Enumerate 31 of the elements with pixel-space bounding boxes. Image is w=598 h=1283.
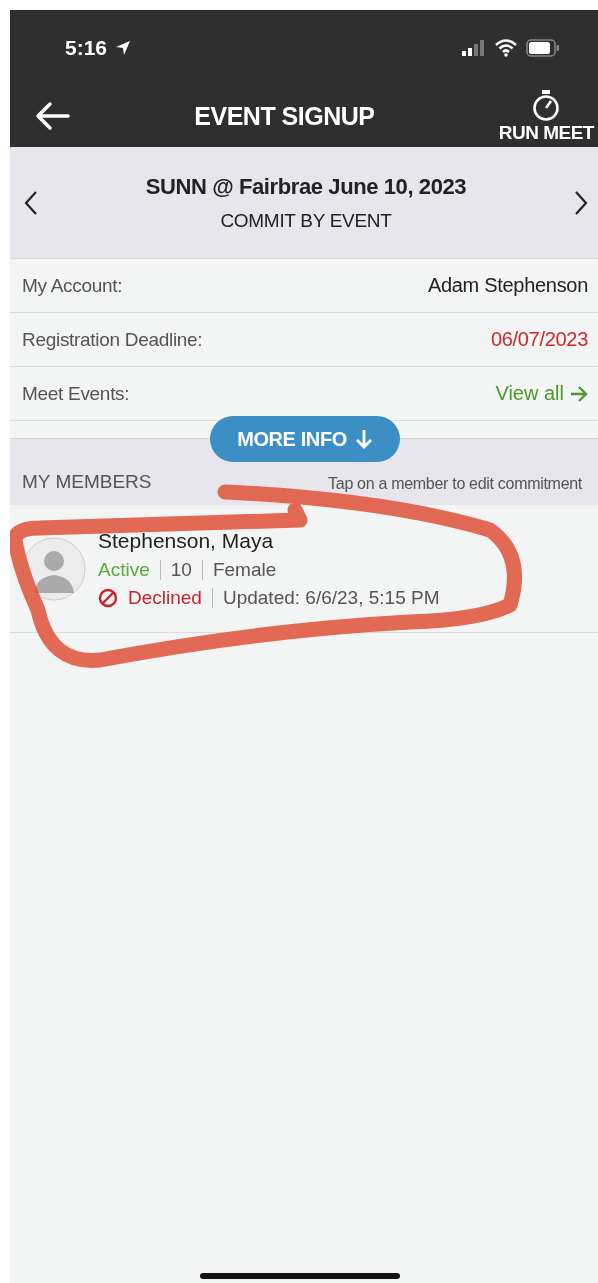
declined-icon [98,587,118,608]
arrow-right-icon [570,385,588,402]
status-time: 5:16 [65,35,108,60]
member-status: Active [98,558,150,581]
member-age: 10 [170,558,192,581]
arrow-down-icon [354,429,373,449]
stopwatch-icon [531,88,562,122]
run-meet-button[interactable]: RUN MEET [498,88,594,144]
next-chevron-icon[interactable] [574,189,588,216]
back-arrow-icon[interactable] [34,101,70,131]
member-gender: Female [212,558,277,581]
event-title: SUNN @ Fairbrae June 10, 2023 [145,173,467,200]
info-value: 06/07/2023 [490,328,588,351]
member-name: Stephenson, Maya [98,528,275,553]
info-label: Meet Events: [22,382,130,405]
info-label: Registration Deadline: [22,328,203,351]
info-label: My Account: [22,274,123,297]
commitment-status: Declined [128,586,202,609]
more-info-button[interactable]: MORE INFO [210,416,400,462]
previous-chevron-icon[interactable] [24,189,38,216]
signal-icon [462,39,486,56]
member-row[interactable]: Stephenson, Maya Active 10 Female Declined Updated: 6/6/23, 5:15 PM [10,505,598,633]
page-title: EVENT SIGNUP [194,101,375,131]
section-hint: Tap on a member to edit commitment [328,475,582,493]
battery-icon [526,38,560,57]
section-title: MY MEMBERS [22,471,152,493]
event-subtitle: COMMIT BY EVENT [220,209,392,232]
location-arrow-icon [115,39,132,56]
info-value: Adam Stephenson [427,274,588,297]
updated-time: Updated: 6/6/23, 5:15 PM [222,586,440,609]
wifi-icon [494,38,518,57]
